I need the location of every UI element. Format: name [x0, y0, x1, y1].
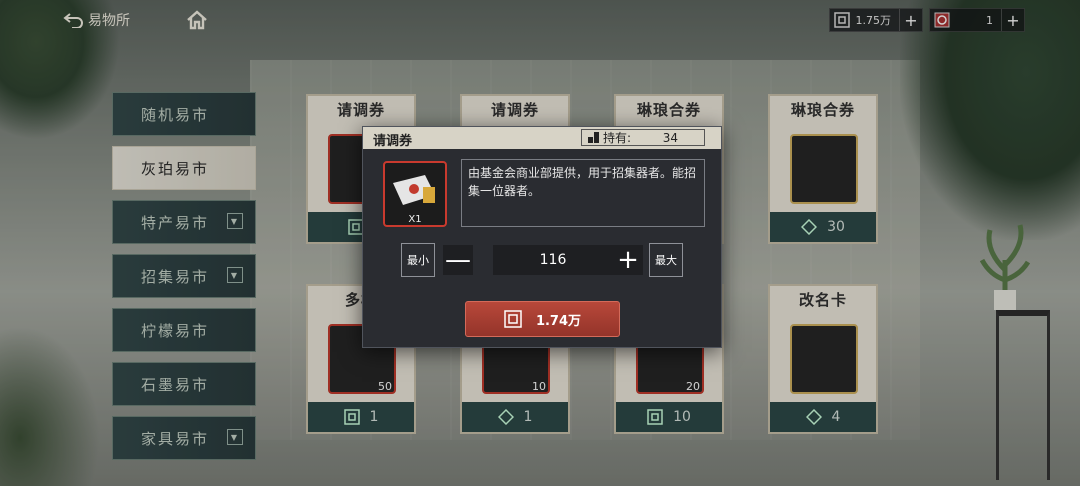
item-quantity: X1 [408, 214, 422, 225]
buy-button[interactable]: 1.74万 [465, 301, 620, 337]
item-description: 由基金会商业部提供，用于招集器者。能招集一位器者。 [461, 159, 705, 227]
min-button[interactable]: 最小 [401, 243, 435, 277]
coin-icon [504, 310, 522, 328]
decrement-button[interactable]: — [443, 245, 473, 275]
max-button[interactable]: 最大 [649, 243, 683, 277]
envelope-icon [393, 175, 435, 205]
hold-label: 持有: [603, 131, 632, 145]
inventory-icon [588, 132, 599, 143]
dialog-title: 请调券 [373, 134, 413, 149]
increment-button[interactable]: + [613, 245, 643, 275]
item-image: X1 [383, 161, 447, 227]
hold-count: 持有: 34 [581, 129, 705, 146]
quantity-stepper: 最小 — 116 + 最大 [401, 243, 721, 277]
hold-value: 34 [662, 130, 678, 145]
quantity-field[interactable]: 116 [493, 245, 613, 275]
purchase-dialog: 请调券 持有: 34 X1 由基金会商业部提供，用于招集器者。能招集一位器者。 … [362, 126, 722, 348]
dialog-header: 请调券 持有: 34 [363, 127, 721, 149]
buy-price: 1.74万 [535, 313, 582, 329]
